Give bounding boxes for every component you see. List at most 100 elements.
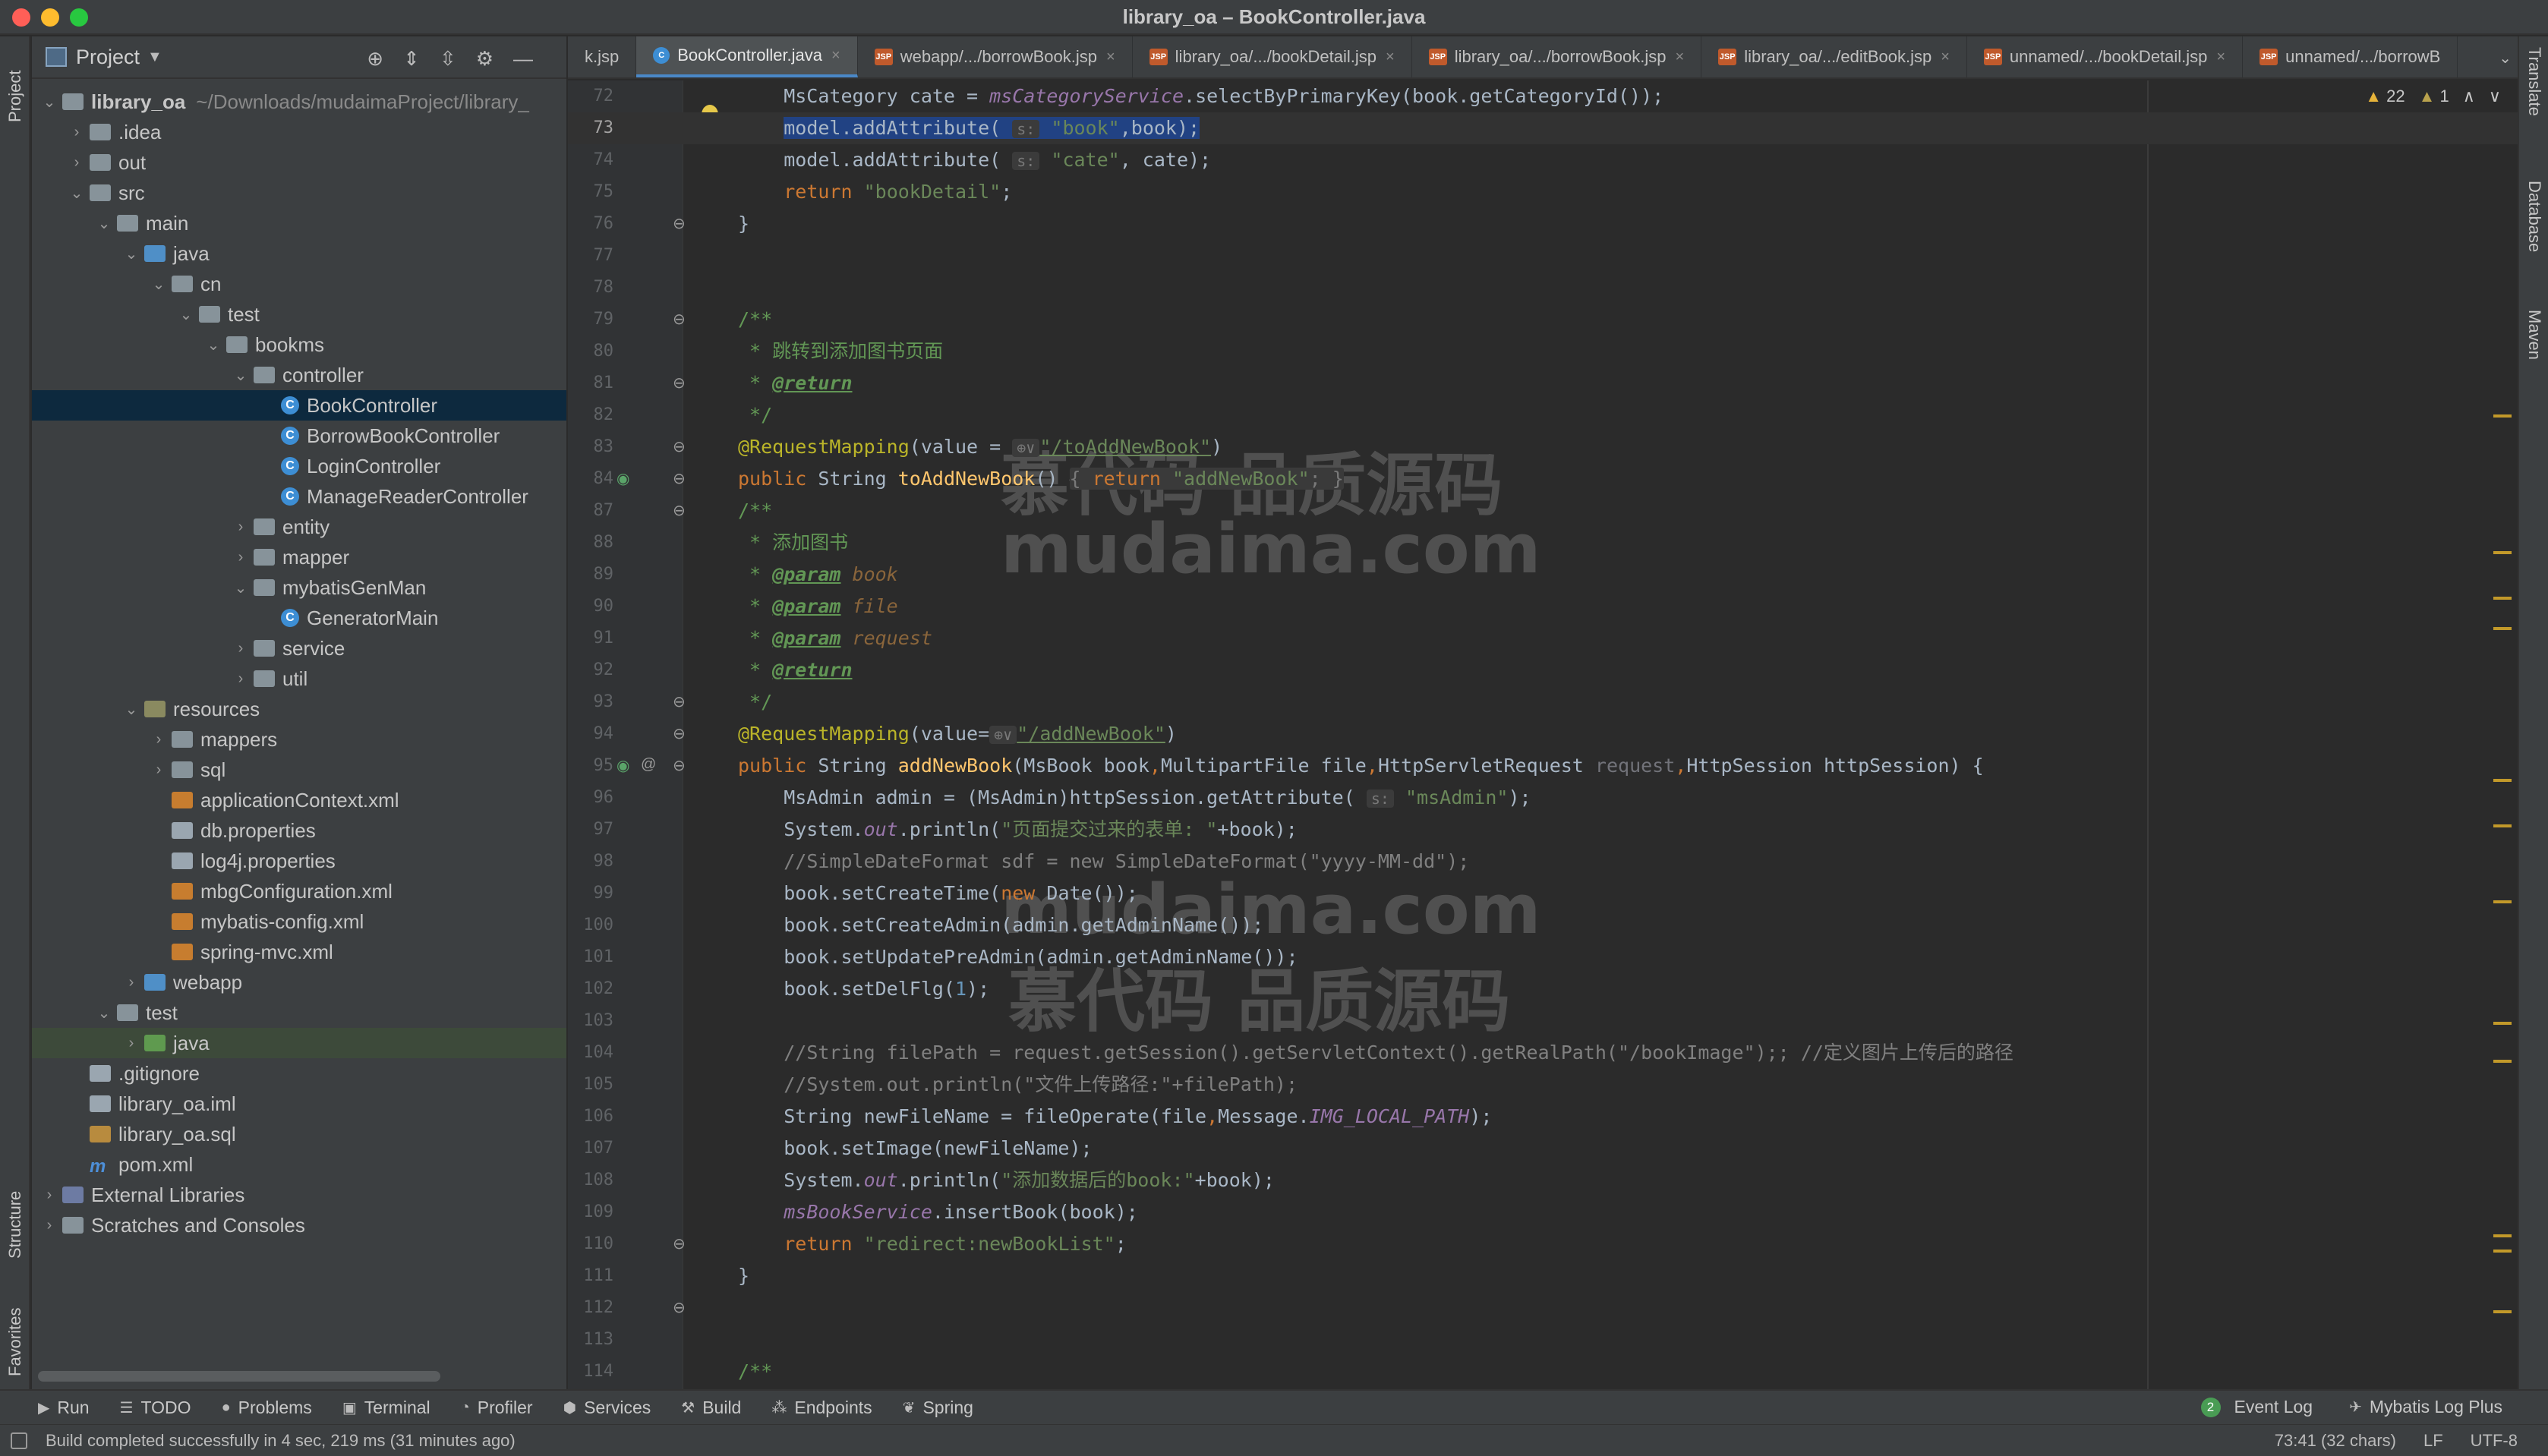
code-line[interactable]: 102 book.setDelFlg(1); — [568, 973, 2518, 1005]
chevron-down-icon[interactable]: ⌄ — [118, 700, 144, 719]
tree-item-library-oa-sql[interactable]: library_oa.sql — [32, 1119, 566, 1149]
code-line[interactable]: 75 return "bookDetail"; — [568, 176, 2518, 208]
tree-item-controller[interactable]: ⌄ controller — [32, 360, 566, 390]
code-line[interactable]: 95 public String addNewBook(MsBook book,M… — [568, 750, 2518, 782]
structure-tool-tab[interactable]: Structure — [3, 1168, 27, 1281]
code-line[interactable]: 108 System.out.println("添加数据后的book:"+boo… — [568, 1164, 2518, 1196]
code-line[interactable]: 76} — [568, 208, 2518, 240]
chevron-down-icon[interactable]: ⌄ — [64, 184, 90, 203]
tree-item-db-properties[interactable]: db.properties — [32, 815, 566, 846]
hide-panel-icon[interactable]: — — [513, 47, 533, 71]
error-stripe-mark[interactable] — [2493, 1310, 2512, 1313]
chevron-right-icon[interactable]: › — [118, 974, 144, 991]
tab-library-oa-borrowbook-jsp[interactable]: JSP library_oa/.../borrowBook.jsp × — [1412, 36, 1702, 77]
code-line[interactable]: 98 //SimpleDateFormat sdf = new SimpleDa… — [568, 846, 2518, 878]
fold-marker-icon[interactable]: ⊖ — [673, 214, 686, 233]
code-line[interactable]: 81 * @return — [568, 367, 2518, 399]
close-icon[interactable]: × — [1106, 49, 1115, 66]
code-line[interactable]: 97 System.out.println("页面提交过来的表单: "+book… — [568, 814, 2518, 846]
tree-item-java[interactable]: ⌄ java — [32, 238, 566, 269]
profiler-tool-button[interactable]: ◔ Profiler — [461, 1398, 533, 1418]
tab-unnamed-bookdetail-jsp[interactable]: JSP unnamed/.../bookDetail.jsp × — [1967, 36, 2244, 77]
fold-marker-icon[interactable]: ⊖ — [673, 692, 686, 711]
code-line[interactable]: 88 * 添加图书 — [568, 527, 2518, 559]
tree-item-spring-mvc-xml[interactable]: spring-mvc.xml — [32, 937, 566, 967]
tree-item-out[interactable]: › out — [32, 147, 566, 178]
code-line[interactable]: 89 * @param book — [568, 559, 2518, 591]
code-line[interactable]: 78 — [568, 272, 2518, 304]
chevron-down-icon[interactable]: ⌄ — [91, 1004, 117, 1023]
code-line[interactable]: 73 model.addAttribute( s: "book",book); — [568, 112, 2518, 144]
code-line[interactable]: 94 @RequestMapping(value= ⊕∨ "/addNewBook") — [568, 718, 2518, 750]
tab-library-oa-bookdetail-jsp[interactable]: JSP library_oa/.../bookDetail.jsp × — [1133, 36, 1412, 77]
tree-item-scratches-and-consoles[interactable]: › Scratches and Consoles — [32, 1210, 566, 1240]
code-line[interactable]: 84 public String toAddNewBook() { return … — [568, 463, 2518, 495]
tree-item-mybatisgenman[interactable]: ⌄ mybatisGenMan — [32, 572, 566, 603]
tree-item-gitignore[interactable]: .gitignore — [32, 1058, 566, 1089]
tab-k-jsp[interactable]: k.jsp — [568, 36, 637, 77]
code-line[interactable]: 82 */ — [568, 399, 2518, 431]
run-tool-button[interactable]: ▶ Run — [38, 1398, 90, 1418]
code-line[interactable]: 110 return "redirect:newBookList"; — [568, 1228, 2518, 1260]
close-window-button[interactable] — [12, 8, 30, 27]
file-encoding[interactable]: UTF-8 — [2471, 1431, 2518, 1451]
code-line[interactable]: 105 //System.out.println("文件上传路径:"+fileP… — [568, 1069, 2518, 1101]
fold-marker-icon[interactable]: ⊖ — [673, 501, 686, 520]
tree-item-logincontroller[interactable]: C LoginController — [32, 451, 566, 481]
project-horizontal-scrollbar[interactable] — [38, 1371, 440, 1382]
code-line[interactable]: 106 String newFileName = fileOperate(fil… — [568, 1101, 2518, 1133]
code-line[interactable]: 72 MsCategory cate = msCategoryService.s… — [568, 80, 2518, 112]
favorites-tool-tab[interactable]: Favorites — [3, 1297, 27, 1388]
tree-item-borrowbookcontroller[interactable]: C BorrowBookController — [32, 421, 566, 451]
locate-file-icon[interactable]: ⊕ — [367, 47, 383, 71]
close-icon[interactable]: × — [1676, 49, 1685, 66]
caret-position[interactable]: 73:41 (32 chars) — [2275, 1431, 2396, 1451]
code-line[interactable]: 99 book.setCreateTime(new Date()); — [568, 878, 2518, 909]
code-line[interactable]: 100 book.setCreateAdmin(admin.getAdminNa… — [568, 909, 2518, 941]
chevron-right-icon[interactable]: › — [64, 154, 90, 172]
chevron-right-icon[interactable]: › — [64, 124, 90, 141]
request-mapping-icon[interactable]: ◉ — [617, 756, 629, 775]
close-icon[interactable]: × — [831, 47, 840, 65]
request-mapping-icon[interactable]: ◉ — [617, 469, 629, 488]
fold-marker-icon[interactable]: ⊖ — [673, 373, 686, 392]
tree-item-sql[interactable]: › sql — [32, 755, 566, 785]
services-tool-button[interactable]: ⬢ Services — [563, 1398, 651, 1418]
tree-item-applicationcontext-xml[interactable]: applicationContext.xml — [32, 785, 566, 815]
tree-item-mbgconfiguration-xml[interactable]: mbgConfiguration.xml — [32, 876, 566, 906]
chevron-down-icon[interactable]: ⌄ — [228, 366, 254, 385]
code-line[interactable]: 79 /** — [568, 304, 2518, 336]
close-icon[interactable]: × — [1386, 49, 1395, 66]
error-stripe-mark[interactable] — [2493, 627, 2512, 630]
tree-item-main[interactable]: ⌄ main — [32, 208, 566, 238]
error-stripe-mark[interactable] — [2493, 824, 2512, 827]
spring-tool-button[interactable]: ❦ Spring — [903, 1398, 973, 1418]
code-line[interactable]: 96 MsAdmin admin = (MsAdmin)httpSession.… — [568, 782, 2518, 814]
tree-item-test[interactable]: ⌄ test — [32, 997, 566, 1028]
code-editor[interactable]: ▲ 22 ▲ 1 ∧ ∨ 慕代码 品质源码 mudaima.com mudaim… — [568, 80, 2518, 1389]
chevron-down-icon[interactable]: ⌄ — [2499, 49, 2512, 68]
tree-item-library-oa-iml[interactable]: library_oa.iml — [32, 1089, 566, 1119]
code-line[interactable]: 107 book.setImage(newFileName); — [568, 1133, 2518, 1164]
fold-marker-icon[interactable]: ⊖ — [673, 756, 686, 775]
chevron-right-icon[interactable]: › — [228, 549, 254, 566]
code-line[interactable]: 83 @RequestMapping(value = ⊕∨ "/toAddNewBo… — [568, 431, 2518, 463]
code-line[interactable]: 74 model.addAttribute( s: "cate", cate); — [568, 144, 2518, 176]
chevron-down-icon[interactable]: ⌄ — [200, 336, 226, 355]
fold-marker-icon[interactable]: ⊖ — [673, 724, 686, 743]
tree-item-cn[interactable]: ⌄ cn — [32, 269, 566, 299]
tab-library-oa-editbook-jsp[interactable]: JSP library_oa/.../editBook.jsp × — [1701, 36, 1967, 77]
chevron-down-icon[interactable]: ⌄ — [173, 305, 199, 324]
fold-marker-icon[interactable]: ⊖ — [673, 469, 686, 488]
error-stripe-mark[interactable] — [2493, 779, 2512, 782]
tree-item-log4j-properties[interactable]: log4j.properties — [32, 846, 566, 876]
tree-item-external-libraries[interactable]: › External Libraries — [32, 1180, 566, 1210]
chevron-right-icon[interactable]: › — [36, 1217, 62, 1234]
chevron-down-icon[interactable]: ▼ — [147, 49, 162, 66]
error-stripe-mark[interactable] — [2493, 1250, 2512, 1253]
gear-icon[interactable]: ⚙ — [476, 47, 494, 71]
code-line[interactable]: 77 — [568, 240, 2518, 272]
close-icon[interactable]: × — [1941, 49, 1950, 66]
tree-item-library-oa[interactable]: ⌄ library_oa ~/Downloads/mudaimaProject/li… — [32, 87, 566, 117]
chevron-down-icon[interactable]: ⌄ — [118, 244, 144, 263]
